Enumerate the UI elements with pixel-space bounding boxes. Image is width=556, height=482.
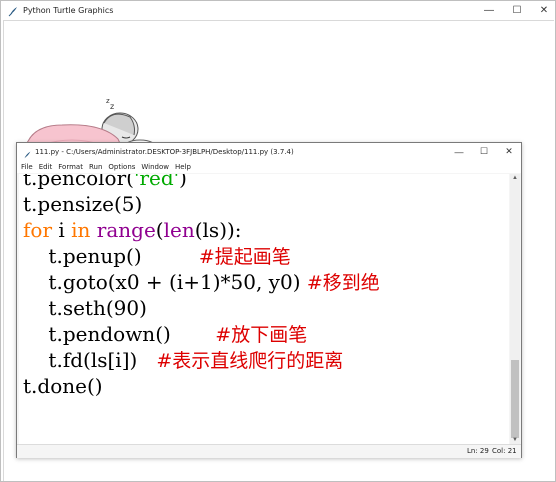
menu-window[interactable]: Window [141,163,169,171]
menu-bar: File Edit Format Run Options Window Help [17,160,521,173]
menu-edit[interactable]: Edit [39,163,53,171]
vertical-scrollbar[interactable]: ▲ ▼ [510,174,520,444]
code-line-pendown: t.pendown() #放下画笔 [23,322,308,346]
code-line-seth: t.seth(90) [23,296,147,320]
menu-help[interactable]: Help [175,163,191,171]
code-line-penup: t.penup() #提起画笔 [23,244,291,268]
turtle-window-title: Python Turtle Graphics [23,5,114,15]
editor-window-title: 111.py - C:/Users/Administrator.DESKTOP-… [35,147,294,156]
code-line-done: t.done() [23,374,103,398]
code-line-fd: t.fd(ls[i]) #表示直线爬行的距离 [23,348,344,372]
python-feather-icon [22,147,32,158]
scroll-down-icon[interactable]: ▼ [510,436,520,444]
close-button[interactable]: ✕ [531,1,556,19]
menu-run[interactable]: Run [89,163,102,171]
idle-editor-window: 111.py - C:/Users/Administrator.DESKTOP-… [16,142,522,458]
status-column-number: Col: 21 [492,447,517,455]
status-line-number: Ln: 29 [467,447,489,455]
code-line-for: for i in range(len(ls)): [23,218,242,242]
svg-text:z: z [110,102,114,111]
code-line-pensize: t.pensize(5) [23,192,143,216]
editor-titlebar[interactable]: 111.py - C:/Users/Administrator.DESKTOP-… [17,143,521,160]
menu-format[interactable]: Format [58,163,83,171]
maximize-button[interactable]: ☐ [504,1,530,19]
scroll-up-icon[interactable]: ▲ [510,174,520,182]
minimize-button[interactable]: — [476,1,502,19]
menu-options[interactable]: Options [108,163,135,171]
turtle-titlebar[interactable]: Python Turtle Graphics — ☐ ✕ [1,1,555,19]
code-line-pencolor: t.pencolor('red') [23,174,187,190]
code-editor[interactable]: t.pencolor('red') t.pensize(5) for i in … [19,174,509,444]
editor-close-button[interactable]: ✕ [497,143,521,160]
python-feather-icon [7,4,19,17]
scrollbar-thumb[interactable] [511,360,519,438]
editor-maximize-button[interactable]: ☐ [472,143,496,160]
code-line-goto: t.goto(x0 + (i+1)*50, y0) #移到绝 [23,270,380,294]
editor-minimize-button[interactable]: — [447,143,471,160]
menu-file[interactable]: File [21,163,33,171]
status-bar: Ln: 29 Col: 21 [17,444,521,458]
